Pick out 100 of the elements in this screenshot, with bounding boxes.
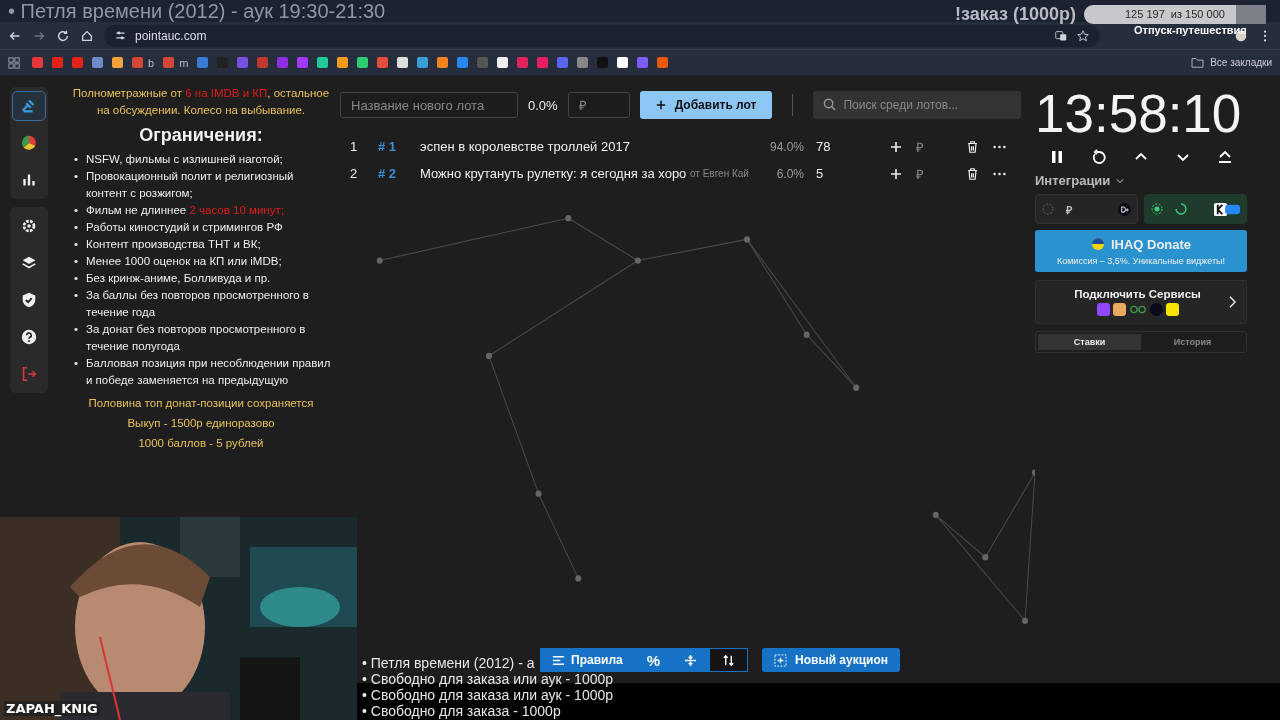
star-icon[interactable]	[1076, 28, 1090, 43]
spinner-icon	[1042, 203, 1054, 215]
donate-title: IHAQ Donate	[1110, 236, 1192, 252]
integration-card[interactable]	[1144, 194, 1247, 224]
infinity-icon	[1128, 303, 1147, 316]
lot-name: Можно крутануть рулетку: я сегодня за хоро	[420, 166, 688, 181]
trash-icon[interactable]	[966, 166, 979, 181]
tab[interactable]: Ставки	[1038, 334, 1141, 350]
reset-icon[interactable]	[1091, 149, 1107, 165]
bookmark-icon[interactable]	[497, 57, 509, 69]
site-settings-icon[interactable]	[114, 29, 127, 42]
plus-icon	[655, 100, 666, 110]
lot-index: 1	[350, 139, 359, 154]
chevron-right-icon	[1229, 296, 1236, 308]
lot-row[interactable]: 1 # 1 эспен в королевстве троллей 2017 94.0% 78 ₽	[340, 133, 1035, 160]
bookmark-icon[interactable]	[112, 57, 123, 69]
plus-icon[interactable]	[890, 167, 902, 180]
rules-intro: Полнометражные от 6 на IMDB и КП, остальное на обсуждении. Колесо на выбывание.	[71, 86, 331, 118]
new-auction-button[interactable]: Новый аукцион	[762, 648, 901, 672]
bookmark-icon[interactable]	[317, 57, 329, 69]
all-bookmarks-link[interactable]: Все закладки	[1210, 57, 1272, 69]
plus-icon[interactable]	[890, 140, 902, 153]
queue-item: • Свободно для заказа или аук - 1000р	[362, 687, 614, 703]
lot-number: # 2	[378, 166, 398, 181]
rules-note: Выкуп - 1500р единоразово	[126, 417, 276, 429]
stream-title: • Петля времени (2012) - аук 19:30-21:30	[8, 0, 386, 22]
sort-icon	[722, 653, 736, 667]
translate-icon[interactable]	[1054, 28, 1068, 43]
tab[interactable]: История	[1141, 334, 1244, 350]
rule-item: • Провокационный полит и религиозный контент с розжигом;	[74, 169, 295, 201]
donate-subtitle: Комиссия – 3,5%. Уникальные виджеты!	[1056, 255, 1226, 266]
pause-icon[interactable]	[1049, 149, 1065, 165]
apps-icon[interactable]	[8, 56, 20, 69]
queue-item: • Петля времени (2012) - а	[362, 655, 535, 671]
search-field[interactable]: Поиск среди лотов...	[813, 91, 1021, 119]
service-icon	[1096, 303, 1110, 316]
integrations-label[interactable]: Интеграции	[1035, 173, 1111, 188]
rule-item: • Фильм не длиннее 2 часов 10 минут;	[74, 203, 285, 218]
lot-row[interactable]: 2 # 2 Можно крутануть рулетку: я сегодня за хоро от Евген Кай 6.0% 5 ₽	[340, 160, 1035, 187]
service-icon	[1165, 303, 1179, 316]
trash-icon[interactable]	[966, 139, 979, 154]
service-icon	[1149, 303, 1163, 316]
order-command: !заказ (1000р)	[955, 4, 1076, 25]
reload-icon[interactable]	[56, 28, 70, 43]
integration-card[interactable]: ₽	[1035, 194, 1138, 224]
bookmark-label[interactable]: b	[148, 56, 155, 69]
home-icon[interactable]	[80, 28, 94, 43]
currency-sign: ₽	[1066, 202, 1072, 217]
add-square-icon	[774, 653, 788, 667]
rule-item: • Менее 1000 оценок на КП или iMDB;	[74, 254, 283, 269]
search-icon	[823, 98, 837, 111]
add-lot-button[interactable]: Добавить лот	[639, 91, 773, 119]
rule-item: • Без кринж-аниме, Болливуда и пр.	[74, 271, 272, 286]
rule-item: • За баллы без повторов просмотренного в течение года	[74, 288, 310, 320]
bookmark-icon[interactable]	[337, 57, 349, 69]
queue-item: • Свободно для заказа или аук - 1000р	[362, 671, 614, 687]
pie-chart-icon	[20, 134, 38, 152]
currency-sign[interactable]: ₽	[916, 164, 966, 183]
queue-item: • Свободно для заказа - 1000р	[362, 703, 561, 719]
rule-item: • Контент производства ТНТ и ВК;	[74, 237, 262, 252]
settings-icon	[20, 217, 38, 235]
lot-number: # 1	[378, 139, 398, 154]
folder-icon	[1191, 57, 1205, 69]
rules-heading: Ограничения:	[138, 125, 264, 146]
toolbar-button[interactable]	[709, 648, 749, 672]
url-text: pointauc.com	[135, 28, 207, 43]
more-icon[interactable]	[993, 144, 1006, 149]
bookmark-label[interactable]: m	[179, 56, 189, 69]
connect-services-title: Подключить Сервисы	[1074, 288, 1201, 300]
radio-on-icon	[1151, 203, 1163, 215]
bookmark-icon[interactable]	[357, 57, 369, 69]
amount-field[interactable]: ₽	[567, 92, 630, 118]
lot-name-field[interactable]: Название нового лота	[340, 92, 518, 118]
timer: 13:58:10	[1035, 83, 1243, 145]
lot-name: эспен в королевстве троллей 2017	[420, 139, 631, 154]
connect-services-card[interactable]: Подключить Сервисы	[1035, 280, 1247, 324]
rule-item: • Работы киностудий и стримингов РФ	[74, 220, 284, 235]
rule-item: • NSFW, фильмы с излишней наготой;	[74, 152, 284, 167]
lot-percent: 6.0%	[775, 166, 804, 181]
rule-item: • Балловая позиция при несоблюдении правил и победе заменяется на предыдущую	[74, 356, 332, 388]
rules-note: Половина топ донат-позиции сохраняется	[87, 397, 315, 409]
rule-item: • За донат без повторов просмотренного в течение полугода	[74, 322, 307, 354]
service-logo-icon	[1214, 202, 1240, 216]
rules-note: 1000 баллов - 5 рублей	[137, 437, 265, 449]
address-bar[interactable]: pointauc.com	[104, 24, 1100, 47]
logout-icon	[20, 365, 38, 383]
lot-amount: 5	[815, 166, 825, 181]
streamer-name: ZAPAH_KNIG	[4, 701, 100, 716]
service-logo-icon	[1118, 202, 1131, 216]
lot-author: от Евген Кай	[690, 168, 750, 179]
lot-amount: 78	[815, 139, 832, 154]
list-icon	[552, 653, 565, 667]
double-up-icon[interactable]	[1217, 149, 1233, 165]
lot-percent: 94.0%	[768, 139, 804, 154]
loading-icon	[1175, 203, 1187, 215]
more-icon[interactable]	[993, 171, 1006, 176]
service-icon	[1112, 303, 1126, 316]
currency-sign[interactable]: ₽	[916, 137, 966, 156]
bookmark-icon[interactable]	[617, 57, 629, 69]
bookmark-icon[interactable]	[397, 57, 409, 69]
